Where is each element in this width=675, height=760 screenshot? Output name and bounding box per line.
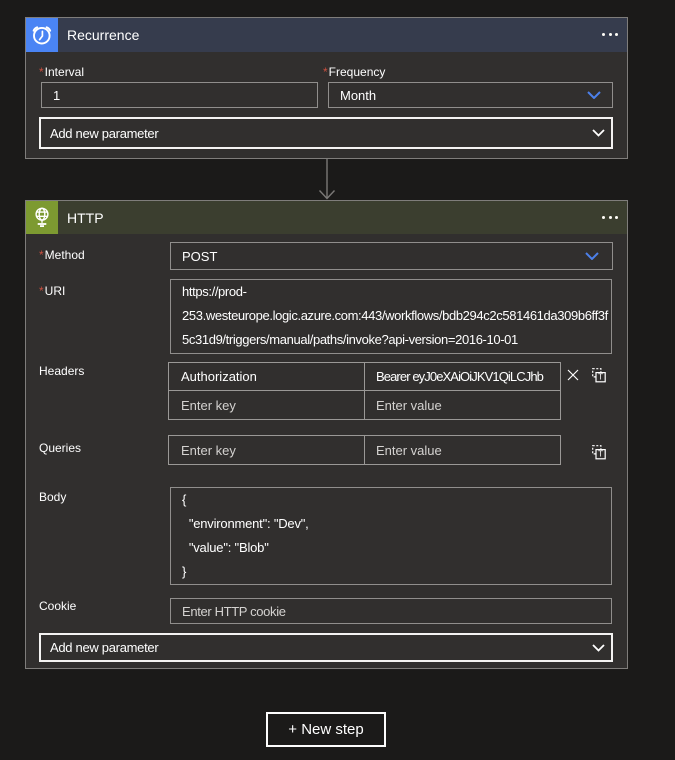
svg-text:T: T	[598, 373, 603, 382]
svg-text:T: T	[598, 450, 603, 459]
